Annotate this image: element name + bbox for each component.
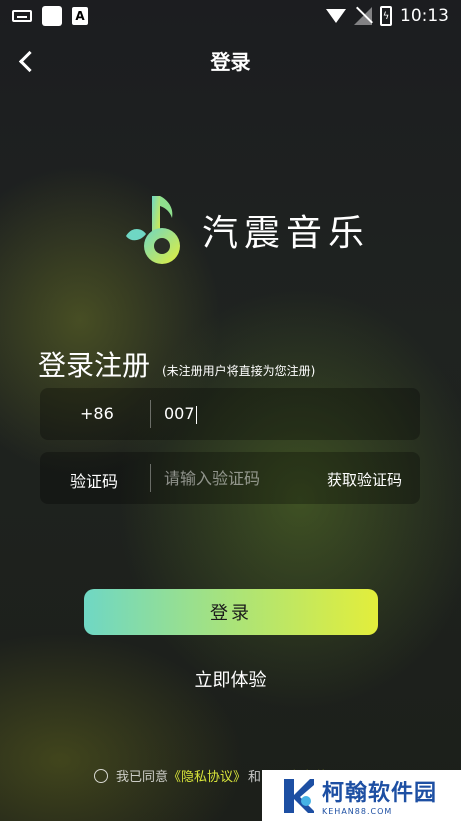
- battery-charging-icon: ϟ: [380, 6, 392, 26]
- agreement-prefix: 我已同意: [116, 770, 169, 785]
- try-now-link[interactable]: 立即体验: [0, 666, 461, 692]
- phone-input[interactable]: 007: [164, 404, 197, 424]
- signal-off-icon: [354, 7, 372, 25]
- page-title: 登录: [210, 50, 251, 74]
- status-time: 10:13: [400, 6, 449, 26]
- watermark-logo-icon: [284, 778, 314, 813]
- keyboard-icon: [12, 10, 32, 22]
- watermark-url: KEHAN88.COM: [322, 807, 393, 816]
- app-name: 汽震音乐: [202, 213, 371, 254]
- status-bar: A ϟ 10:13: [0, 0, 461, 32]
- phone-field[interactable]: +86 007: [40, 388, 420, 440]
- login-button[interactable]: 登录: [84, 589, 378, 635]
- code-label: 验证码: [70, 472, 119, 491]
- square-icon: [42, 6, 62, 26]
- text-caret: [195, 405, 197, 424]
- verification-code-field: 验证码 获取验证码: [40, 452, 420, 504]
- code-input[interactable]: [164, 464, 324, 492]
- agreement-and: 和: [248, 770, 262, 785]
- phone-value: 007: [164, 404, 195, 423]
- header: 登录: [0, 40, 461, 80]
- register-subtitle: (未注册用户将直接为您注册): [162, 364, 316, 378]
- watermark: 柯翰软件园 KEHAN88.COM: [262, 770, 461, 821]
- get-code-button[interactable]: 获取验证码: [327, 469, 402, 490]
- divider: [150, 464, 151, 492]
- app-logo: 汽震音乐: [122, 190, 370, 270]
- divider: [150, 400, 151, 428]
- watermark-name: 柯翰软件园: [322, 781, 438, 806]
- a-icon: A: [72, 7, 88, 25]
- country-code[interactable]: +86: [80, 404, 114, 423]
- privacy-link[interactable]: 《隐私协议》: [168, 766, 246, 785]
- music-note-logo-icon: [126, 196, 180, 264]
- register-title: 登录注册: [38, 349, 151, 382]
- agree-radio[interactable]: [94, 768, 108, 783]
- wifi-icon: [326, 9, 346, 23]
